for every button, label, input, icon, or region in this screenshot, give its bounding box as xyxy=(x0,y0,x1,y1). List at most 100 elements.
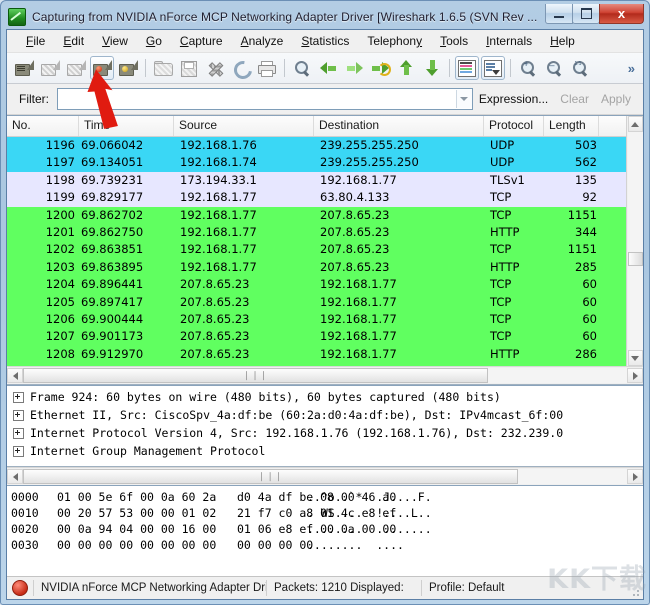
detail-row-ipv4[interactable]: Internet Protocol Version 4, Src: 192.16… xyxy=(7,424,643,442)
scroll-track[interactable]: ❘❘❘ xyxy=(23,469,627,484)
zoom-in-icon[interactable] xyxy=(516,56,540,80)
scroll-down-icon[interactable] xyxy=(627,350,643,366)
menu-go[interactable]: Go xyxy=(137,32,171,50)
status-interface[interactable]: NVIDIA nForce MCP Networking Adapter Dri… xyxy=(33,580,266,596)
interfaces-list-icon[interactable] xyxy=(12,56,36,80)
capture-options-icon[interactable] xyxy=(38,56,62,80)
menu-edit[interactable]: Edit xyxy=(54,32,93,50)
expand-plus-icon[interactable] xyxy=(13,410,24,421)
expand-plus-icon[interactable] xyxy=(13,446,24,457)
packet-row[interactable]: 1207 69.901173 207.8.65.23 192.168.1.77 TCP 6… xyxy=(7,328,626,346)
menu-internals[interactable]: Internals xyxy=(477,32,541,50)
packet-row[interactable]: 1202 69.863851 192.168.1.77 207.8.65.23 TCP 1… xyxy=(7,241,626,259)
toolbar-overflow-button[interactable]: » xyxy=(628,61,639,76)
restart-capture-icon[interactable] xyxy=(64,56,88,80)
filter-input[interactable] xyxy=(58,89,456,109)
scroll-thumb[interactable]: ❘❘❘ xyxy=(23,469,519,484)
packet-row[interactable]: 1201 69.862750 192.168.1.77 207.8.65.23 HTTP… xyxy=(7,223,626,242)
colorize-icon[interactable] xyxy=(455,56,479,80)
packet-row[interactable]: 1206 69.900444 207.8.65.23 192.168.1.77 TCP 6… xyxy=(7,310,626,329)
packet-details-pane[interactable]: Frame 924: 60 bytes on wire (480 bits), … xyxy=(7,385,643,467)
cell-no: 1206 xyxy=(45,311,75,326)
cell-length: 135 xyxy=(575,172,597,187)
column-header-source[interactable]: Source xyxy=(174,116,314,136)
scroll-left-icon[interactable] xyxy=(7,469,23,484)
packet-list-vertical-scrollbar[interactable] xyxy=(626,116,643,366)
filter-input-wrap[interactable] xyxy=(57,88,473,110)
stop-capture-status-icon[interactable] xyxy=(12,580,28,596)
expression-button[interactable]: Expression... xyxy=(473,92,554,106)
bytes-row[interactable]: 0000 01 00 5e 6f 00 0a 60 2a d0 4a df be … xyxy=(11,489,643,505)
scroll-left-icon[interactable] xyxy=(7,368,23,383)
bytes-row[interactable]: 0030 00 00 00 00 00 00 00 00 00 00 00 00.… xyxy=(11,537,643,553)
packet-list-horizontal-scrollbar[interactable]: ❘❘❘ xyxy=(7,366,643,384)
minimize-button[interactable] xyxy=(545,4,573,24)
scroll-thumb[interactable] xyxy=(627,252,643,266)
apply-filter-button[interactable]: Apply xyxy=(595,92,637,106)
menu-help[interactable]: Help xyxy=(541,32,584,50)
stop-capture-icon[interactable] xyxy=(116,56,140,80)
bytes-row[interactable]: 0020 00 0a 94 04 00 00 16 00 01 06 e8 ef … xyxy=(11,521,643,537)
menu-capture[interactable]: Capture xyxy=(171,32,232,50)
zoom-reset-icon[interactable] xyxy=(568,56,592,80)
menu-analyze[interactable]: Analyze xyxy=(232,32,293,50)
packet-row[interactable]: 1208 69.912970 207.8.65.23 192.168.1.77 HTTP… xyxy=(7,345,626,364)
scroll-right-icon[interactable] xyxy=(627,368,643,383)
clear-filter-button[interactable]: Clear xyxy=(554,92,595,106)
scroll-track[interactable]: ❘❘❘ xyxy=(23,368,627,383)
packet-row[interactable]: 1197 69.134051 192.168.1.74 239.255.255.250… xyxy=(7,154,626,172)
scroll-track[interactable] xyxy=(627,132,643,350)
packet-details-horizontal-scrollbar[interactable]: ❘❘❘ xyxy=(7,467,643,485)
scroll-thumb[interactable]: ❘❘❘ xyxy=(23,368,489,383)
packet-list-body[interactable]: 1196 69.066042 192.168.1.76 239.255.255.250… xyxy=(7,137,626,366)
close-button[interactable]: x xyxy=(599,4,644,24)
bytes-row[interactable]: 0010 00 20 57 53 00 00 01 02 21 f7 c0 a8 … xyxy=(11,505,643,521)
menu-telephony[interactable]: Telephony xyxy=(358,32,431,50)
status-packets[interactable]: Packets: 1210 Displayed: xyxy=(266,580,421,596)
menu-file[interactable]: File xyxy=(17,32,54,50)
print-icon[interactable] xyxy=(255,56,279,80)
save-file-icon[interactable] xyxy=(177,56,201,80)
packet-row[interactable]: 1205 69.897417 207.8.65.23 192.168.1.77 TCP 6… xyxy=(7,293,626,311)
column-header-no[interactable]: No. xyxy=(7,116,79,136)
go-back-icon[interactable] xyxy=(316,56,340,80)
packet-row[interactable]: 1199 69.829177 192.168.1.77 63.80.4.133 TCP 9… xyxy=(7,189,626,207)
column-header-time[interactable]: Time xyxy=(79,116,174,136)
open-file-icon[interactable] xyxy=(151,56,175,80)
reload-file-icon[interactable] xyxy=(229,56,253,80)
cell-destination: 63.80.4.133 xyxy=(320,190,390,205)
auto-scroll-icon[interactable] xyxy=(481,56,505,80)
packet-row[interactable]: 1196 69.066042 192.168.1.76 239.255.255.250… xyxy=(7,137,626,155)
zoom-out-icon[interactable] xyxy=(542,56,566,80)
menu-statistics[interactable]: Statistics xyxy=(292,32,358,50)
resize-grip-icon[interactable] xyxy=(630,587,640,597)
go-to-packet-icon[interactable] xyxy=(368,56,392,80)
detail-row-frame[interactable]: Frame 924: 60 bytes on wire (480 bits), … xyxy=(7,388,643,406)
cell-source: 173.194.33.1 xyxy=(180,172,257,187)
close-file-icon[interactable] xyxy=(203,56,227,80)
start-capture-icon[interactable] xyxy=(90,56,114,80)
scroll-right-icon[interactable] xyxy=(627,469,643,484)
expand-plus-icon[interactable] xyxy=(13,392,24,403)
scroll-up-icon[interactable] xyxy=(627,116,643,132)
chevron-down-icon[interactable] xyxy=(455,90,472,108)
packet-row[interactable]: 1203 69.863895 192.168.1.77 207.8.65.23 HTTP… xyxy=(7,258,626,277)
go-to-last-icon[interactable] xyxy=(420,56,444,80)
go-forward-icon[interactable] xyxy=(342,56,366,80)
column-header-protocol[interactable]: Protocol xyxy=(484,116,544,136)
menu-tools[interactable]: Tools xyxy=(431,32,477,50)
column-header-destination[interactable]: Destination xyxy=(314,116,484,136)
status-profile[interactable]: Profile: Default xyxy=(421,580,643,596)
detail-row-igmp[interactable]: Internet Group Management Protocol xyxy=(7,442,643,460)
packet-bytes-pane[interactable]: 0000 01 00 5e 6f 00 0a 60 2a d0 4a df be … xyxy=(7,485,643,576)
packet-row[interactable]: 1204 69.896441 207.8.65.23 192.168.1.77 TCP 6… xyxy=(7,276,626,294)
packet-row[interactable]: 1198 69.739231 173.194.33.1 192.168.1.77 TLS… xyxy=(7,171,626,190)
column-header-length[interactable]: Length xyxy=(544,116,599,136)
packet-row[interactable]: 1200 69.862702 192.168.1.77 207.8.65.23 TCP 1… xyxy=(7,206,626,224)
menu-view[interactable]: View xyxy=(93,32,137,50)
maximize-button[interactable] xyxy=(572,4,600,24)
go-to-first-icon[interactable] xyxy=(394,56,418,80)
find-packet-icon[interactable] xyxy=(290,56,314,80)
detail-row-ethernet[interactable]: Ethernet II, Src: CiscoSpv_4a:df:be (60:… xyxy=(7,406,643,424)
expand-plus-icon[interactable] xyxy=(13,428,24,439)
